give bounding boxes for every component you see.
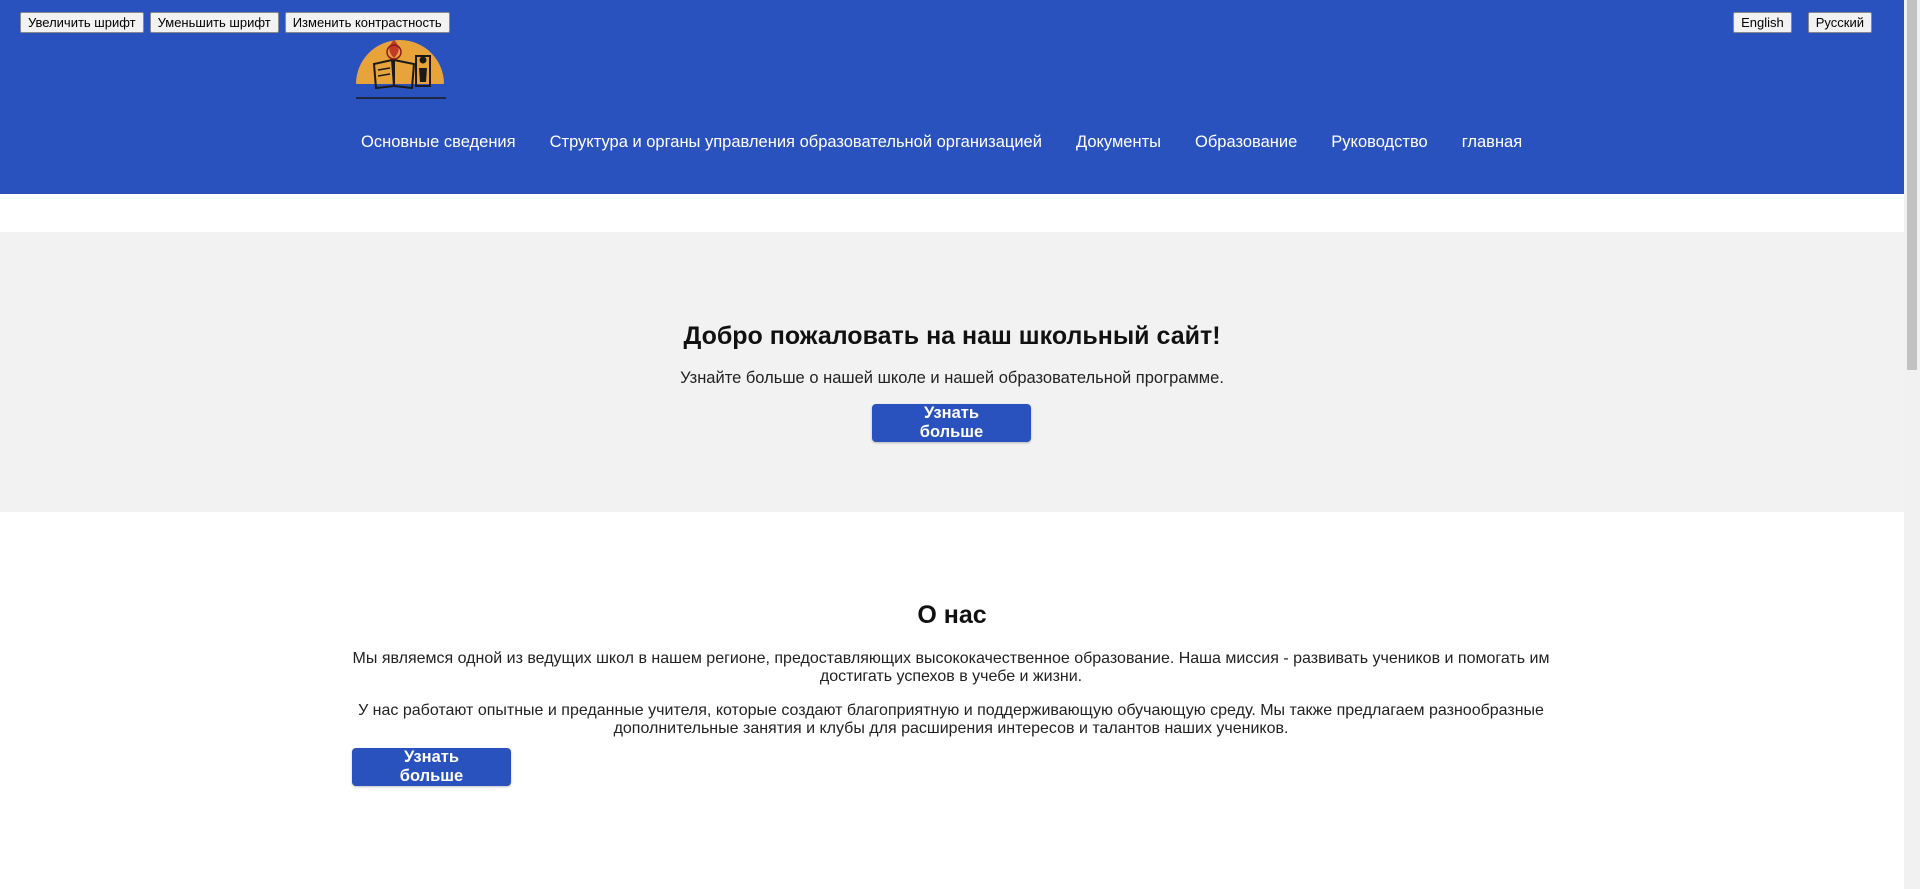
hero-subtitle: Узнайте больше о нашей школе и нашей обр…: [680, 369, 1224, 387]
about-title: О нас: [917, 601, 987, 629]
russian-language-button[interactable]: Русский: [1807, 12, 1872, 33]
nav-item-management[interactable]: Руководство: [1331, 133, 1427, 152]
hero-title: Добро пожаловать на наш школьный сайт!: [683, 322, 1221, 350]
nav-item-education[interactable]: Образование: [1195, 133, 1297, 152]
nav-item-home[interactable]: главная: [1462, 133, 1522, 152]
decrease-font-button[interactable]: Уменьшить шрифт: [149, 12, 279, 33]
accessibility-toolbar: Увеличить шрифт Уменьшить шрифт Изменить…: [20, 12, 450, 33]
hero-learn-more-button[interactable]: Узнать больше: [872, 404, 1031, 442]
nav-item-basic-info[interactable]: Основные сведения: [361, 133, 516, 152]
increase-font-button[interactable]: Увеличить шрифт: [20, 12, 144, 33]
hero-section: Добро пожаловать на наш школьный сайт! У…: [0, 232, 1904, 512]
scrollbar-thumb[interactable]: [1907, 0, 1917, 370]
about-paragraph-2: У нас работают опытные и преданные учите…: [358, 702, 1544, 737]
nav-item-documents[interactable]: Документы: [1076, 133, 1161, 152]
about-paragraph-1: Мы являемся одной из ведущих школ в наше…: [352, 650, 1550, 685]
about-learn-more-button[interactable]: Узнать больше: [352, 748, 511, 786]
vertical-scrollbar[interactable]: [1904, 0, 1920, 889]
english-language-button[interactable]: English: [1733, 12, 1792, 33]
about-section: О нас Мы являемся одной из ведущих школ …: [0, 512, 1904, 889]
page: Увеличить шрифт Уменьшить шрифт Изменить…: [0, 0, 1904, 889]
site-header: Увеличить шрифт Уменьшить шрифт Изменить…: [0, 0, 1904, 194]
school-logo[interactable]: [354, 36, 450, 100]
school-book-logo-icon: [356, 40, 446, 99]
change-contrast-button[interactable]: Изменить контрастность: [284, 12, 450, 33]
nav-item-structure[interactable]: Структура и органы управления образовате…: [550, 133, 1042, 152]
main-navigation: Основные сведения Структура и органы упр…: [361, 133, 1522, 152]
language-switcher: English Русский: [1733, 12, 1872, 33]
